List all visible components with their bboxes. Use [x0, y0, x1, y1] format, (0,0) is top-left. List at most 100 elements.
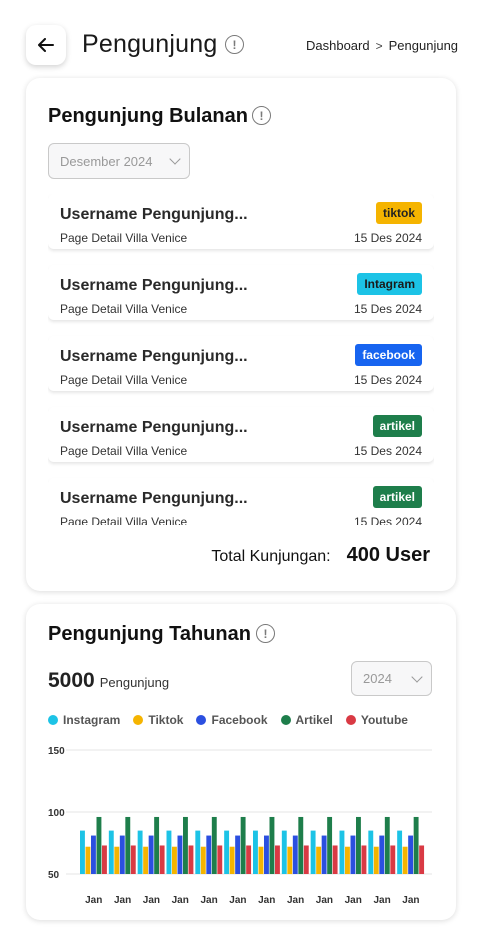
list-item[interactable]: Username Pengunjung... tiktok Page Detail …: [48, 194, 434, 249]
x-tick-label: Jan: [373, 895, 390, 906]
bar-youtube[interactable]: [419, 845, 425, 874]
bar-facebook[interactable]: [408, 835, 414, 874]
month-select[interactable]: Desember 2024: [48, 143, 190, 179]
visitor-name: Username Pengunjung...: [60, 348, 248, 365]
legend-label: Artikel: [295, 713, 333, 727]
x-tick-label: Jan: [316, 895, 333, 906]
bar-youtube[interactable]: [332, 845, 338, 874]
info-icon[interactable]: !: [252, 106, 271, 125]
bar-youtube[interactable]: [130, 845, 136, 874]
info-icon[interactable]: !: [225, 35, 244, 54]
bar-artikel[interactable]: [211, 816, 217, 874]
legend-item: Tiktok: [133, 713, 183, 727]
info-icon[interactable]: !: [256, 624, 275, 643]
visitor-date: 15 Des 2024: [353, 373, 422, 387]
breadcrumb-separator: >: [375, 38, 383, 53]
bar-instagram[interactable]: [195, 830, 201, 874]
bar-facebook[interactable]: [206, 835, 212, 874]
legend-dot: [133, 715, 144, 725]
list-item[interactable]: Username Pengunjung... Intagram Page Detai…: [48, 265, 434, 320]
bar-artikel[interactable]: [356, 816, 361, 874]
bar-artikel[interactable]: [154, 816, 160, 874]
bar-tiktok[interactable]: [172, 846, 177, 874]
visitor-date: 15 Des 2024: [353, 302, 422, 316]
visitor-date: 15 Des 2024: [353, 444, 422, 458]
bar-youtube[interactable]: [275, 845, 280, 874]
bar-artikel[interactable]: [384, 816, 390, 874]
bar-instagram[interactable]: [281, 830, 287, 874]
breadcrumb-dashboard[interactable]: Dashboard: [306, 38, 370, 53]
bar-tiktok[interactable]: [143, 846, 149, 874]
legend-dot: [345, 715, 356, 725]
total-visits: Total Kunjungan: 400 User: [211, 544, 430, 567]
visitor-list[interactable]: Username Pengunjung... tiktok Page Detail …: [48, 194, 434, 525]
bar-tiktok[interactable]: [345, 846, 350, 874]
bar-artikel[interactable]: [240, 816, 246, 874]
x-tick-label: Jan: [229, 895, 246, 906]
bar-youtube[interactable]: [159, 845, 165, 874]
bar-youtube[interactable]: [246, 845, 252, 874]
list-item[interactable]: Username Pengunjung... artikel Page Detail…: [48, 407, 434, 462]
bar-instagram[interactable]: [166, 830, 172, 874]
bar-facebook[interactable]: [119, 835, 125, 874]
list-item[interactable]: Username Pengunjung... facebook Page Detai…: [48, 336, 434, 391]
total-label: Total Kunjungan:: [211, 548, 331, 565]
visitor-name: Username Pengunjung...: [60, 490, 248, 507]
bar-facebook[interactable]: [350, 835, 356, 874]
source-badge: artikel: [372, 415, 422, 437]
legend-dot: [196, 715, 207, 725]
yearly-bar-chart: 150 100 50 Jan Jan Jan Jan Jan Jan Jan Jan Jan Jan Ja…: [26, 742, 456, 912]
bar-instagram[interactable]: [108, 830, 114, 874]
bar-artikel[interactable]: [269, 816, 275, 874]
x-tick-label: Jan: [85, 895, 102, 906]
bar-tiktok[interactable]: [229, 846, 235, 874]
source-badge: Intagram: [357, 273, 422, 295]
bar-facebook[interactable]: [148, 835, 154, 874]
bar-youtube[interactable]: [390, 845, 396, 874]
bar-instagram[interactable]: [368, 830, 374, 874]
list-item[interactable]: Username Pengunjung... artikel Page Detail…: [48, 478, 434, 525]
bar-youtube[interactable]: [188, 845, 194, 874]
bar-instagram[interactable]: [137, 830, 143, 874]
monthly-visitors-card: Pengunjung Bulanan ! Desember 2024 Usern…: [26, 78, 456, 591]
bar-instagram[interactable]: [253, 830, 258, 874]
bar-youtube[interactable]: [102, 845, 107, 874]
bar-artikel[interactable]: [298, 816, 304, 874]
bar-youtube[interactable]: [361, 845, 367, 874]
bar-facebook[interactable]: [91, 835, 96, 874]
bar-tiktok[interactable]: [287, 846, 293, 874]
bar-artikel[interactable]: [96, 816, 102, 874]
breadcrumb-current: Pengunjung: [388, 38, 459, 53]
bar-instagram[interactable]: [310, 830, 316, 874]
bar-tiktok[interactable]: [85, 846, 91, 874]
back-button[interactable]: [26, 25, 66, 65]
bar-facebook[interactable]: [292, 835, 298, 874]
bar-artikel[interactable]: [413, 816, 419, 874]
bar-facebook[interactable]: [321, 835, 327, 874]
bar-facebook[interactable]: [177, 835, 183, 874]
bar-instagram[interactable]: [80, 830, 85, 874]
year-select[interactable]: 2024: [351, 661, 432, 696]
bar-facebook[interactable]: [235, 835, 241, 874]
bar-tiktok[interactable]: [200, 846, 206, 874]
bar-instagram[interactable]: [339, 830, 345, 874]
bar-instagram[interactable]: [397, 830, 403, 874]
bar-facebook[interactable]: [379, 835, 385, 874]
chevron-down-icon: [411, 670, 423, 683]
x-tick-label: Jan: [114, 895, 131, 906]
bar-tiktok[interactable]: [316, 846, 322, 874]
bar-youtube[interactable]: [217, 845, 223, 874]
legend-dot: [48, 715, 58, 725]
bar-instagram[interactable]: [224, 830, 230, 874]
bar-artikel[interactable]: [327, 816, 333, 874]
y-tick-label: 50: [48, 870, 60, 881]
bar-tiktok[interactable]: [373, 846, 379, 874]
y-tick-label: 100: [48, 808, 65, 819]
bar-youtube[interactable]: [303, 845, 309, 874]
bar-artikel[interactable]: [125, 816, 131, 874]
bar-tiktok[interactable]: [114, 846, 120, 874]
bar-tiktok[interactable]: [258, 846, 264, 874]
bar-tiktok[interactable]: [402, 846, 408, 874]
bar-artikel[interactable]: [183, 816, 188, 874]
bar-facebook[interactable]: [264, 835, 269, 874]
